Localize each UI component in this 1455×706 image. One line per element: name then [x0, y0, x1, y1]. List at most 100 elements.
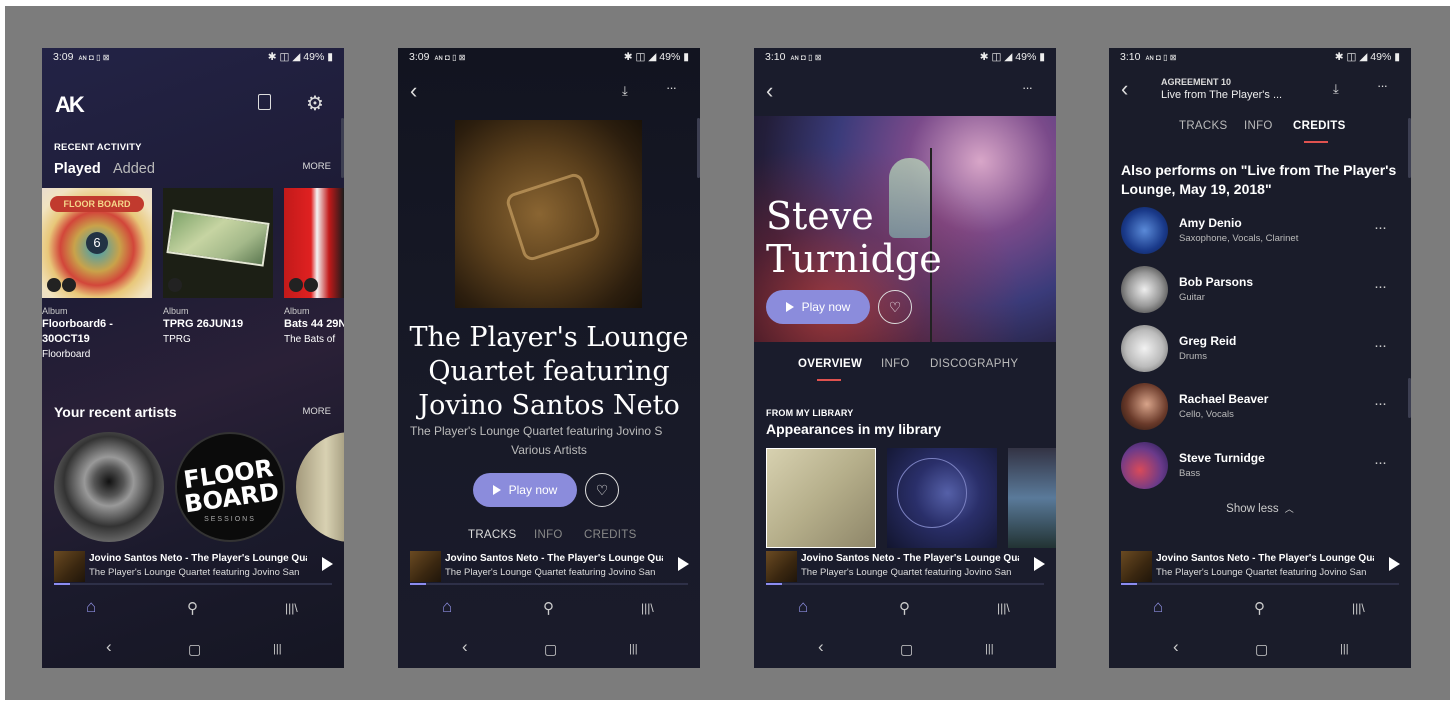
download-icon[interactable]: ⤓ [622, 83, 628, 99]
credit-more-icon[interactable]: ··· [1374, 337, 1387, 354]
tab-overview[interactable]: OVERVIEW [798, 358, 862, 370]
album-title-line2[interactable]: 30OCT19 [42, 332, 113, 347]
nav-back-icon[interactable]: ‹ [818, 637, 824, 657]
home-tab-icon[interactable]: ⌂ [798, 597, 808, 617]
mini-player-track[interactable]: Jovino Santos Neto - The Player's Lounge… [801, 553, 1019, 564]
nav-recents-icon[interactable]: ||| [1340, 643, 1349, 655]
scrollbar[interactable] [697, 118, 700, 178]
tab-info[interactable]: INFO [881, 358, 910, 370]
tab-tracks[interactable]: TRACKS [1179, 120, 1227, 132]
mini-player-artwork[interactable] [54, 551, 85, 582]
album-title[interactable]: Bats 44 29N [284, 317, 344, 332]
nav-home-icon[interactable]: ▢ [188, 641, 201, 658]
home-tab-icon[interactable]: ⌂ [442, 597, 452, 617]
tab-info[interactable]: INFO [1244, 120, 1273, 132]
album-title[interactable]: Floorboard6 - [42, 317, 113, 332]
library-tab-icon[interactable]: |||\ [641, 601, 654, 615]
credit-name[interactable]: Amy Denio [1179, 216, 1242, 230]
nav-home-icon[interactable]: ▢ [900, 641, 913, 658]
mini-player-track[interactable]: Jovino Santos Neto - The Player's Lounge… [1156, 553, 1374, 564]
library-album-tile-2[interactable] [887, 448, 997, 548]
avatar[interactable] [1121, 207, 1168, 254]
search-tab-icon[interactable]: ⚲ [543, 599, 554, 617]
credit-name[interactable]: Greg Reid [1179, 334, 1236, 348]
nav-recents-icon[interactable]: ||| [985, 643, 994, 655]
playback-progress[interactable] [410, 583, 688, 585]
credit-row[interactable]: Bob Parsons Guitar ··· [1109, 266, 1411, 322]
nav-back-icon[interactable]: ‹ [462, 637, 468, 657]
avatar[interactable] [1121, 383, 1168, 430]
search-tab-icon[interactable]: ⚲ [899, 599, 910, 617]
nav-back-icon[interactable]: ‹ [106, 637, 112, 657]
mini-player-play-icon[interactable] [1389, 557, 1400, 571]
home-tab-icon[interactable]: ⌂ [86, 597, 96, 617]
library-tab-icon[interactable]: |||\ [997, 601, 1010, 615]
credit-row[interactable]: Steve Turnidge Bass ··· [1109, 442, 1411, 498]
credit-row[interactable]: Greg Reid Drums ··· [1109, 325, 1411, 381]
play-now-button[interactable]: Play now [766, 290, 870, 324]
mini-player-track[interactable]: Jovino Santos Neto - The Player's Lounge… [89, 553, 307, 564]
credit-more-icon[interactable]: ··· [1374, 219, 1387, 236]
favorite-heart-button[interactable]: ♡ [585, 473, 619, 507]
more-options-icon[interactable]: ··· [1377, 78, 1388, 93]
library-album-tile-1[interactable] [766, 448, 876, 548]
tab-played[interactable]: Played [54, 161, 101, 177]
album-cover-floorboard6[interactable]: FLOOR BOARD 6 [42, 188, 152, 298]
album-artist[interactable]: TPRG [163, 332, 243, 347]
album-cover-bats44[interactable] [284, 188, 344, 298]
artist-avatar-floorboard[interactable]: FLOOR BOARD SESSIONS [175, 432, 285, 542]
mini-player-artwork[interactable] [1121, 551, 1152, 582]
download-icon[interactable]: ⤓ [1333, 81, 1339, 97]
mini-player[interactable]: Jovino Santos Neto - The Player's Lounge… [754, 548, 1056, 586]
avatar[interactable] [1121, 266, 1168, 313]
nav-home-icon[interactable]: ▢ [544, 641, 557, 658]
show-less-button[interactable]: Show less ︿ [1109, 502, 1411, 515]
credit-more-icon[interactable]: ··· [1374, 454, 1387, 471]
nav-home-icon[interactable]: ▢ [1255, 641, 1268, 658]
favorite-heart-icon[interactable] [289, 278, 303, 292]
library-tab-icon[interactable]: |||\ [1352, 601, 1365, 615]
cast-icon[interactable] [258, 94, 271, 110]
mini-player[interactable]: Jovino Santos Neto - The Player's Lounge… [42, 548, 344, 586]
favorite-heart-icon[interactable] [47, 278, 61, 292]
back-icon[interactable]: ‹ [1121, 76, 1128, 102]
mini-player-artwork[interactable] [766, 551, 797, 582]
settings-gear-icon[interactable]: ⚙ [306, 91, 324, 116]
scrollbar[interactable] [341, 118, 344, 178]
album-title[interactable]: TPRG 26JUN19 [163, 317, 243, 332]
playback-progress[interactable] [766, 583, 1044, 585]
nav-recents-icon[interactable]: ||| [273, 643, 282, 655]
album-artist[interactable]: Floorboard [42, 347, 113, 362]
nav-back-icon[interactable]: ‹ [1173, 637, 1179, 657]
playback-progress[interactable] [1121, 583, 1399, 585]
album-artist[interactable]: The Bats of [284, 332, 344, 347]
artist-avatar-3[interactable] [296, 432, 344, 542]
back-icon[interactable]: ‹ [766, 78, 773, 104]
mini-player-artwork[interactable] [410, 551, 441, 582]
mini-player-album[interactable]: The Player's Lounge Quartet featuring Jo… [801, 567, 1019, 578]
tab-info[interactable]: INFO [534, 529, 563, 541]
avatar[interactable] [1121, 325, 1168, 372]
credit-name[interactable]: Steve Turnidge [1179, 451, 1265, 465]
home-tab-icon[interactable]: ⌂ [1153, 597, 1163, 617]
tab-discography[interactable]: DISCOGRAPHY [930, 358, 1018, 370]
album-artist-line[interactable]: Various Artists [398, 443, 700, 457]
mini-player[interactable]: Jovino Santos Neto - The Player's Lounge… [1109, 548, 1411, 586]
mini-player-album[interactable]: The Player's Lounge Quartet featuring Jo… [1156, 567, 1374, 578]
avatar[interactable] [1121, 442, 1168, 489]
mini-player-album[interactable]: The Player's Lounge Quartet featuring Jo… [445, 567, 663, 578]
play-now-button[interactable]: Play now [473, 473, 577, 507]
library-tab-icon[interactable]: |||\ [285, 601, 298, 615]
artist-avatar-1[interactable] [54, 432, 164, 542]
credit-name[interactable]: Rachael Beaver [1179, 392, 1268, 406]
more-link-artists[interactable]: MORE [303, 406, 332, 417]
more-options-icon[interactable]: ··· [1022, 80, 1033, 95]
more-options-icon[interactable]: ··· [666, 80, 677, 95]
scrollbar-secondary[interactable] [1408, 378, 1411, 418]
credit-row[interactable]: Amy Denio Saxophone, Vocals, Clarinet ··… [1109, 207, 1411, 263]
scrollbar[interactable] [1408, 118, 1411, 178]
tab-credits[interactable]: CREDITS [1293, 120, 1346, 132]
playback-progress[interactable] [54, 583, 332, 585]
tab-credits[interactable]: CREDITS [584, 529, 637, 541]
more-link-recent[interactable]: MORE [303, 161, 332, 172]
